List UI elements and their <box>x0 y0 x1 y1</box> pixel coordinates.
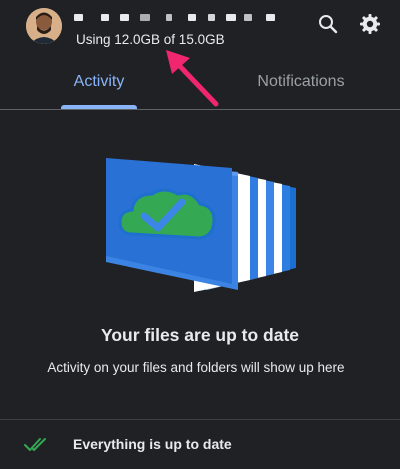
search-icon[interactable] <box>316 12 340 36</box>
tab-bar: Activity Notifications <box>0 60 400 110</box>
sync-status-bar: Everything is up to date <box>0 419 400 469</box>
tab-activity[interactable]: Activity <box>45 60 153 110</box>
header: Using 12.0GB of 15.0GB <box>0 0 400 107</box>
tab-notifications[interactable]: Notifications <box>238 60 364 110</box>
avatar[interactable] <box>26 8 62 44</box>
double-check-icon <box>24 436 48 454</box>
gear-icon[interactable] <box>358 12 382 36</box>
empty-state-title: Your files are up to date <box>100 325 300 345</box>
active-tab-indicator <box>61 105 137 109</box>
redacted-account-name <box>74 14 284 22</box>
sync-status-text: Everything is up to date <box>73 436 232 452</box>
cloud-check-folders-illustration <box>106 158 302 292</box>
empty-state-subtitle: Activity on your files and folders will … <box>47 360 345 375</box>
storage-usage-text: Using 12.0GB of 15.0GB <box>76 32 225 47</box>
